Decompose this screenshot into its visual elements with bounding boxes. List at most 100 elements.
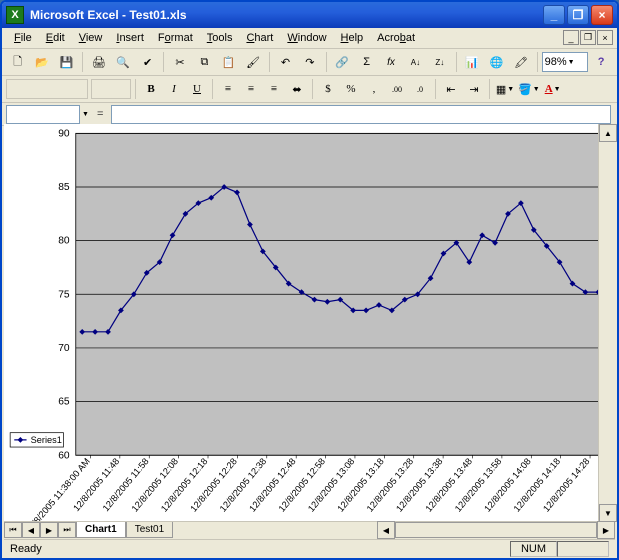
mdi-minimize-button[interactable]: _ bbox=[563, 30, 579, 45]
save-icon: 💾 bbox=[60, 56, 74, 69]
outdent-icon: ⇤ bbox=[446, 83, 455, 96]
new-icon: 🗋 bbox=[13, 53, 22, 72]
chart-sheet[interactable]: 6065707580859012/8/2005 11:38:00 AM12/8/… bbox=[4, 124, 615, 522]
menu-edit[interactable]: Edit bbox=[40, 31, 71, 45]
open-button[interactable]: 📂 bbox=[30, 50, 53, 74]
cut-button[interactable]: ✂ bbox=[168, 50, 191, 74]
formula-input[interactable] bbox=[111, 105, 611, 124]
merge-button[interactable]: ⬌ bbox=[286, 78, 308, 100]
mdi-close-button[interactable]: × bbox=[597, 30, 613, 45]
increase-decimal-button[interactable]: .00 bbox=[386, 78, 408, 100]
drawing-icon: 🖍 bbox=[514, 56, 528, 69]
sort-desc-button[interactable]: Z↓ bbox=[428, 50, 451, 74]
next-sheet-button[interactable]: ▶ bbox=[40, 522, 58, 538]
svg-text:70: 70 bbox=[58, 343, 70, 354]
size-combo[interactable] bbox=[91, 79, 131, 99]
fx-icon: fx bbox=[387, 57, 395, 68]
maximize-button[interactable]: ❐ bbox=[567, 5, 589, 25]
redo-icon: ↷ bbox=[305, 56, 314, 69]
hyperlink-button[interactable]: 🔗 bbox=[331, 50, 354, 74]
align-left-icon: ≡ bbox=[225, 83, 231, 95]
spellcheck-icon: ✔ bbox=[143, 56, 152, 69]
paste-button[interactable]: 📋 bbox=[217, 50, 240, 74]
status-bar: Ready NUM bbox=[4, 539, 615, 558]
chart-wizard-button[interactable]: 📊 bbox=[460, 50, 483, 74]
italic-button[interactable]: I bbox=[163, 78, 185, 100]
align-left-button[interactable]: ≡ bbox=[217, 78, 239, 100]
menu-help[interactable]: Help bbox=[335, 31, 370, 45]
scroll-down-button[interactable]: ▼ bbox=[599, 504, 617, 522]
chart[interactable]: 6065707580859012/8/2005 11:38:00 AM12/8/… bbox=[4, 124, 615, 522]
copy-icon: ⧉ bbox=[200, 56, 208, 69]
undo-icon: ↶ bbox=[281, 56, 290, 69]
sheet-tab-test01[interactable]: Test01 bbox=[126, 522, 173, 538]
first-sheet-button[interactable]: ⏮ bbox=[4, 522, 22, 538]
align-center-icon: ≡ bbox=[248, 83, 254, 95]
autosum-button[interactable]: Σ bbox=[355, 50, 378, 74]
fill-color-button[interactable]: 🪣▼ bbox=[517, 78, 541, 100]
mdi-restore-button[interactable]: ❐ bbox=[580, 30, 596, 45]
sheet-tab-bar: ⏮ ◀ ▶ ⏭ Chart1 Test01 ◀ ▶ bbox=[4, 521, 615, 538]
redo-button[interactable]: ↷ bbox=[298, 50, 321, 74]
sigma-icon: Σ bbox=[363, 56, 370, 68]
currency-button[interactable]: $ bbox=[317, 78, 339, 100]
map-button[interactable]: 🌐 bbox=[485, 50, 508, 74]
save-button[interactable]: 💾 bbox=[55, 50, 78, 74]
chevron-down-icon[interactable]: ▼ bbox=[82, 111, 89, 118]
scroll-right-button[interactable]: ▶ bbox=[597, 521, 615, 539]
spellcheck-button[interactable]: ✔ bbox=[136, 50, 159, 74]
title-bar[interactable]: X Microsoft Excel - Test01.xls _ ❐ × bbox=[2, 2, 617, 28]
menu-format[interactable]: Format bbox=[152, 31, 199, 45]
zoom-combo[interactable]: 98%▼ bbox=[542, 52, 589, 72]
font-color-button[interactable]: A▼ bbox=[542, 78, 564, 100]
copy-button[interactable]: ⧉ bbox=[193, 50, 216, 74]
drawing-button[interactable]: 🖍 bbox=[509, 50, 532, 74]
decrease-decimal-button[interactable]: .0 bbox=[409, 78, 431, 100]
scroll-up-button[interactable]: ▲ bbox=[599, 124, 617, 142]
menu-insert[interactable]: Insert bbox=[110, 31, 150, 45]
menu-bar: File Edit View Insert Format Tools Chart… bbox=[2, 28, 617, 49]
menu-window[interactable]: Window bbox=[281, 31, 332, 45]
sheet-tab-chart1[interactable]: Chart1 bbox=[76, 522, 126, 538]
close-button[interactable]: × bbox=[591, 5, 613, 25]
align-center-button[interactable]: ≡ bbox=[240, 78, 262, 100]
prev-sheet-button[interactable]: ◀ bbox=[22, 522, 40, 538]
underline-button[interactable]: U bbox=[186, 78, 208, 100]
borders-button[interactable]: ▦▼ bbox=[494, 78, 516, 100]
open-icon: 📂 bbox=[35, 56, 49, 69]
print-preview-button[interactable]: 🔍 bbox=[112, 50, 135, 74]
menu-tools[interactable]: Tools bbox=[201, 31, 239, 45]
status-empty bbox=[557, 541, 609, 557]
menu-file[interactable]: File bbox=[8, 31, 38, 45]
bold-button[interactable]: B bbox=[140, 78, 162, 100]
function-button[interactable]: fx bbox=[379, 50, 402, 74]
font-combo[interactable] bbox=[6, 79, 88, 99]
last-sheet-button[interactable]: ⏭ bbox=[58, 522, 76, 538]
comma-button[interactable]: , bbox=[363, 78, 385, 100]
sort-desc-icon: Z↓ bbox=[435, 58, 444, 67]
help-button[interactable]: ? bbox=[589, 50, 612, 74]
align-right-button[interactable]: ≡ bbox=[263, 78, 285, 100]
format-painter-button[interactable]: 🖌 bbox=[241, 50, 264, 74]
percent-button[interactable]: % bbox=[340, 78, 362, 100]
chevron-down-icon: ▼ bbox=[568, 59, 575, 66]
increase-indent-button[interactable]: ⇥ bbox=[463, 78, 485, 100]
print-button[interactable]: 🖨 bbox=[87, 50, 110, 74]
vertical-scrollbar[interactable]: ▲ ▼ bbox=[598, 124, 615, 522]
align-right-icon: ≡ bbox=[271, 83, 277, 95]
menu-view[interactable]: View bbox=[73, 31, 109, 45]
horizontal-scrollbar[interactable] bbox=[395, 522, 597, 538]
undo-button[interactable]: ↶ bbox=[274, 50, 297, 74]
chart-icon: 📊 bbox=[465, 56, 479, 69]
minimize-button[interactable]: _ bbox=[543, 5, 565, 25]
decrease-indent-button[interactable]: ⇤ bbox=[440, 78, 462, 100]
font-color-icon: A bbox=[545, 83, 553, 95]
name-box[interactable] bbox=[6, 105, 80, 124]
sort-asc-button[interactable]: A↓ bbox=[404, 50, 427, 74]
menu-acrobat[interactable]: Acrobat bbox=[371, 31, 421, 45]
map-icon: 🌐 bbox=[490, 56, 504, 69]
menu-chart[interactable]: Chart bbox=[240, 31, 279, 45]
scroll-left-button[interactable]: ◀ bbox=[377, 521, 395, 539]
dec-decimal-icon: .0 bbox=[417, 85, 423, 94]
new-button[interactable]: 🗋 bbox=[6, 50, 29, 74]
